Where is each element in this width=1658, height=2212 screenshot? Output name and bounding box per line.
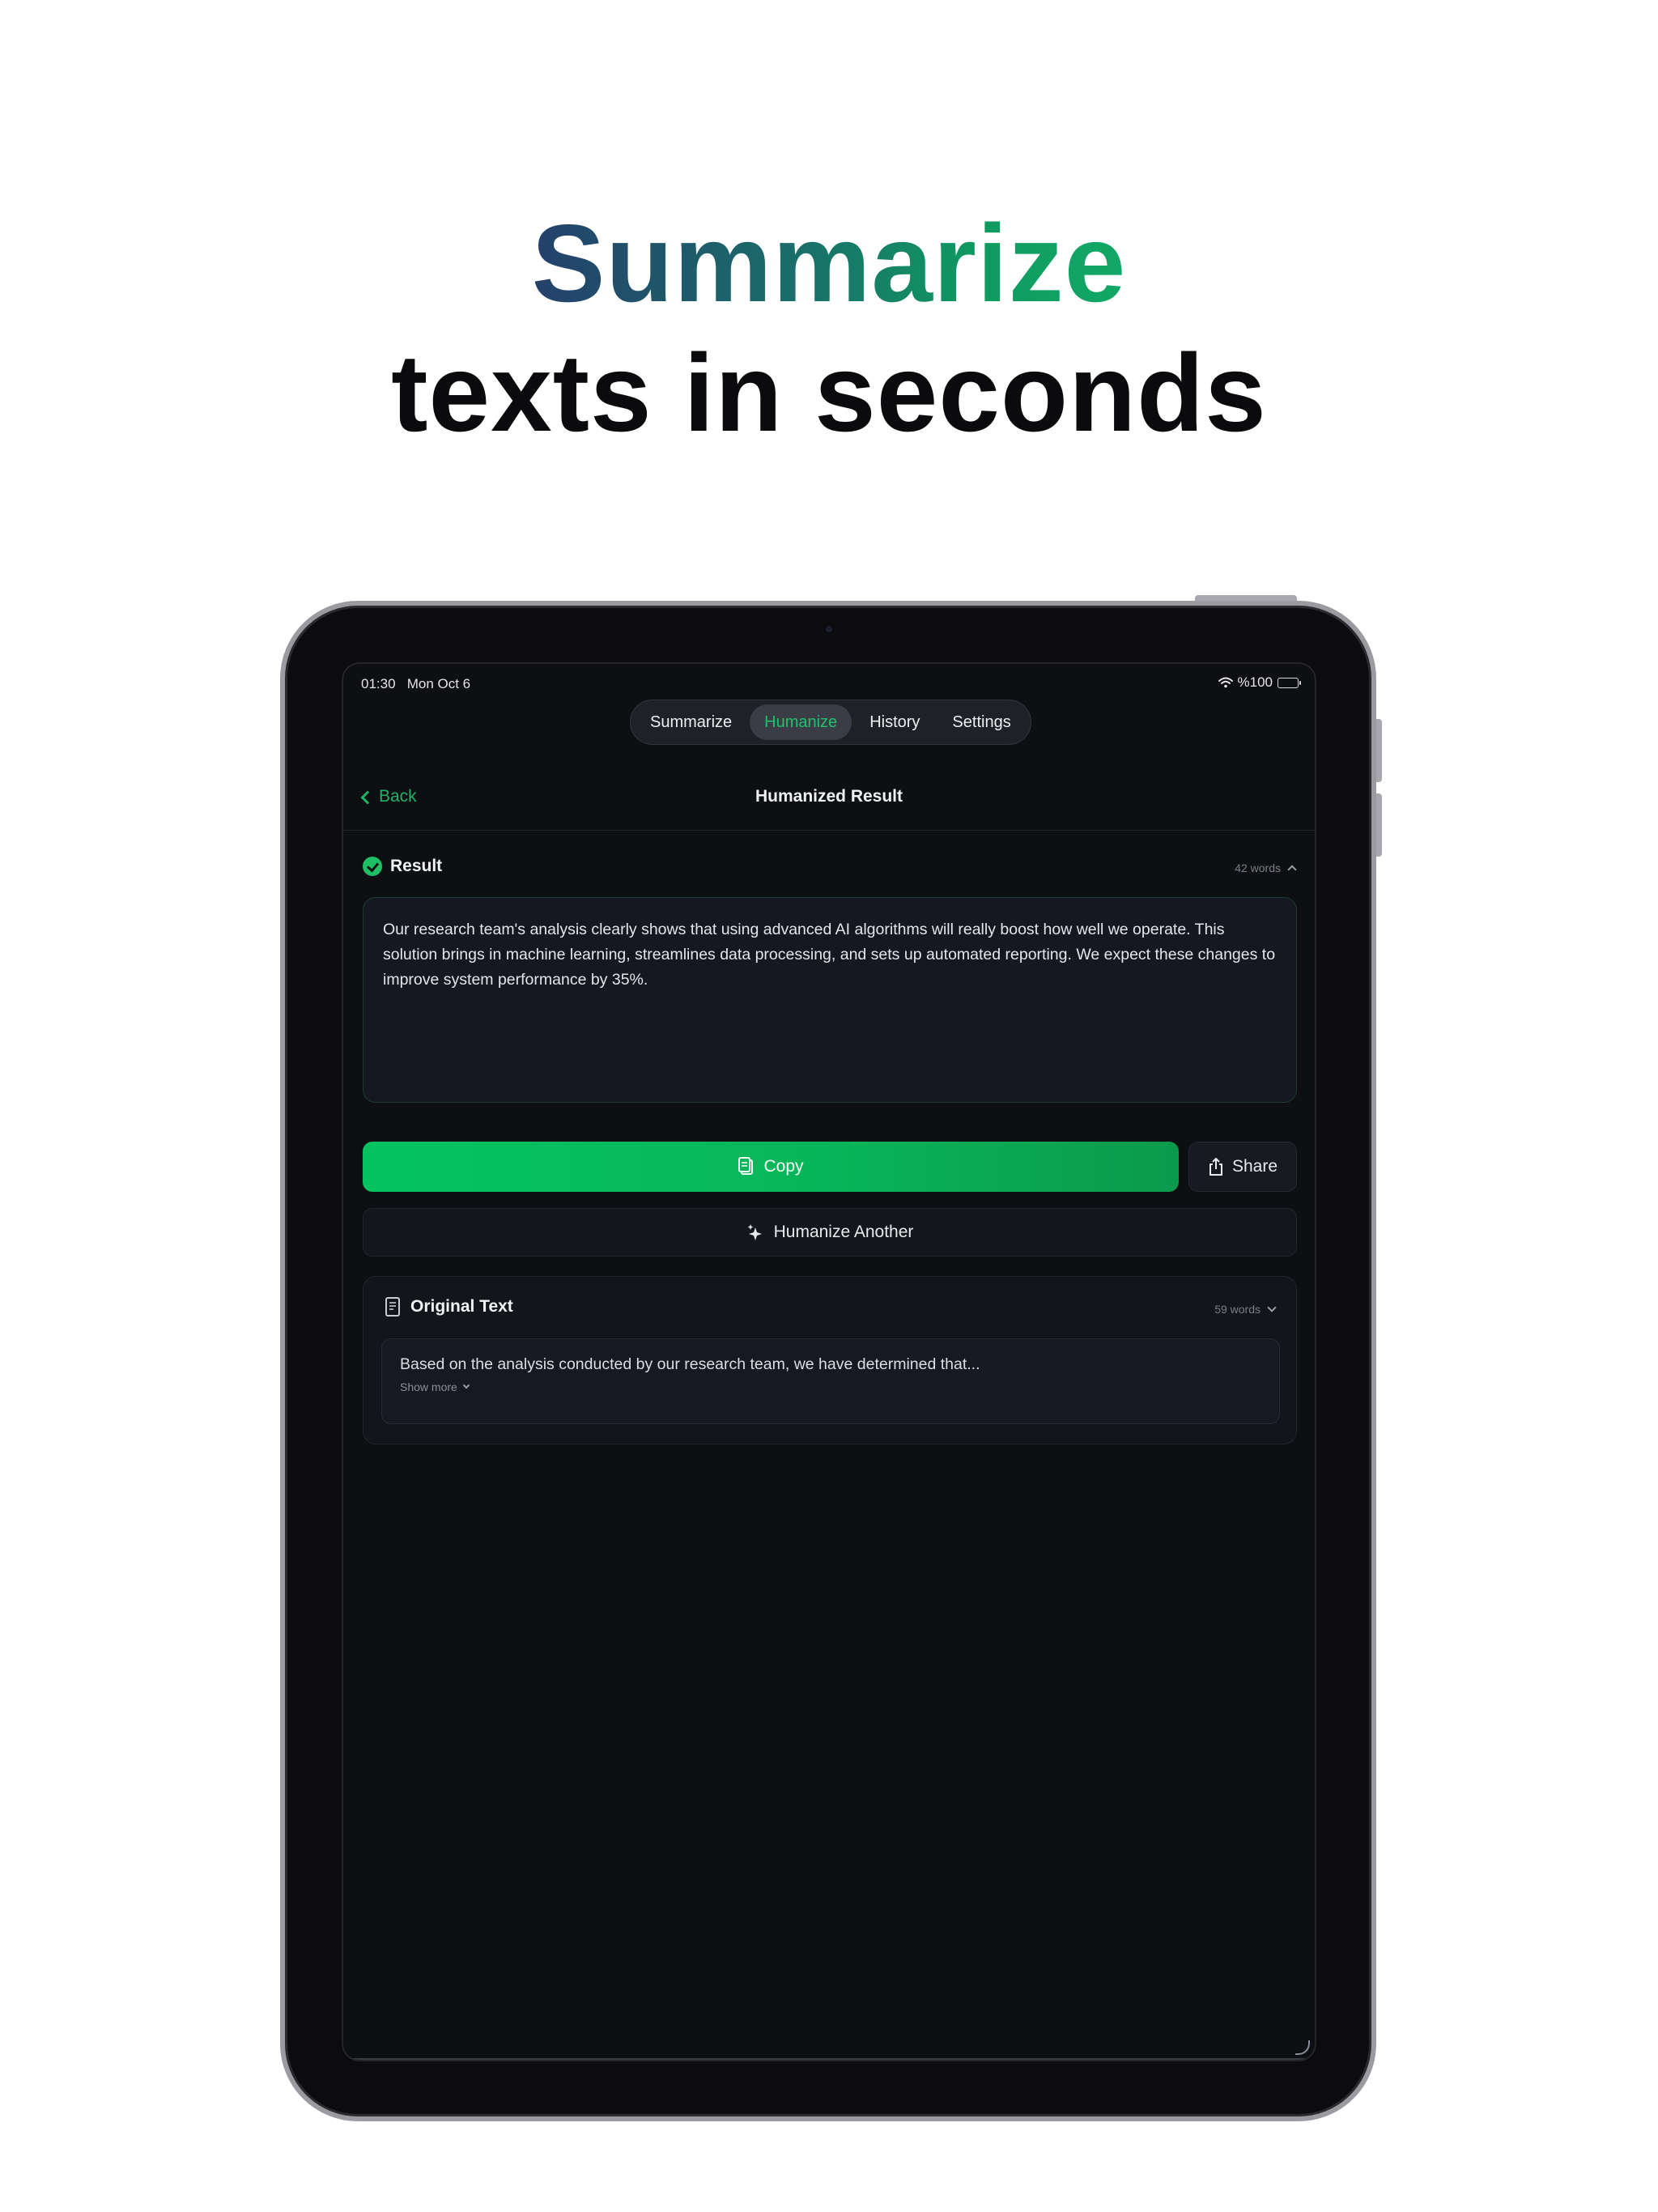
page-title: Humanized Result: [755, 787, 903, 806]
navigation-bar: Back Humanized Result: [343, 761, 1315, 831]
screen-bottom-edge: [343, 2058, 1315, 2060]
original-expand-toggle[interactable]: 59 words: [1214, 1303, 1277, 1316]
original-text-title: Original Text: [410, 1297, 513, 1316]
front-camera: [823, 623, 835, 635]
status-right: %100: [1218, 674, 1301, 691]
status-time-date: 01:30 Mon Oct 6: [361, 676, 470, 692]
humanize-another-label: Humanize Another: [773, 1223, 914, 1241]
wifi-icon: [1218, 677, 1233, 688]
headline-line-2: texts in seconds: [391, 331, 1267, 454]
tab-history[interactable]: History: [855, 704, 934, 740]
chevron-down-icon: [462, 1381, 470, 1389]
tab-summarize[interactable]: Summarize: [636, 704, 746, 740]
chevron-down-icon: [1267, 1303, 1277, 1312]
corner-indicator: [1295, 2040, 1310, 2055]
result-header: Result: [363, 857, 442, 876]
status-time: 01:30: [361, 676, 396, 691]
humanize-another-button[interactable]: Humanize Another: [363, 1208, 1297, 1257]
original-text-card: Original Text 59 words Based on the anal…: [363, 1276, 1297, 1444]
document-icon: [385, 1296, 401, 1317]
headline-line-1: Summarize: [531, 202, 1127, 325]
tab-settings[interactable]: Settings: [937, 704, 1025, 740]
original-text-preview: Based on the analysis conducted by our r…: [400, 1355, 980, 1373]
original-text-header: Original Text: [385, 1296, 513, 1317]
chevron-up-icon: [1287, 865, 1297, 874]
clipboard-icon: [738, 1156, 755, 1177]
app-screen: 01:30 Mon Oct 6 %100 Summarize Humanize …: [342, 662, 1316, 2061]
status-date: Mon Oct 6: [406, 676, 471, 691]
copy-label: Copy: [763, 1157, 804, 1176]
result-collapse-toggle[interactable]: 42 words: [1235, 861, 1297, 874]
result-title: Result: [390, 857, 443, 875]
show-more-button[interactable]: Show more: [400, 1380, 1261, 1393]
share-icon: [1208, 1157, 1224, 1176]
result-text-box[interactable]: Our research team's analysis clearly sho…: [363, 897, 1297, 1103]
battery-percent: %100: [1237, 674, 1273, 690]
result-word-count: 42 words: [1235, 861, 1281, 874]
checkmark-circle-icon: [363, 857, 382, 876]
sparkles-icon: [746, 1223, 764, 1242]
top-tab-bar: Summarize Humanize History Settings: [630, 700, 1031, 745]
show-more-label: Show more: [400, 1380, 457, 1393]
share-button[interactable]: Share: [1188, 1142, 1297, 1192]
status-bar: 01:30 Mon Oct 6 %100: [343, 664, 1315, 701]
original-text-box: Based on the analysis conducted by our r…: [381, 1338, 1280, 1424]
result-text: Our research team's analysis clearly sho…: [383, 921, 1276, 989]
copy-button[interactable]: Copy: [363, 1142, 1179, 1192]
share-label: Share: [1231, 1157, 1278, 1176]
marketing-headline: Summarize texts in seconds: [0, 202, 1658, 462]
battery-icon: [1278, 677, 1301, 688]
tab-humanize[interactable]: Humanize: [750, 704, 852, 740]
original-word-count: 59 words: [1214, 1303, 1261, 1316]
